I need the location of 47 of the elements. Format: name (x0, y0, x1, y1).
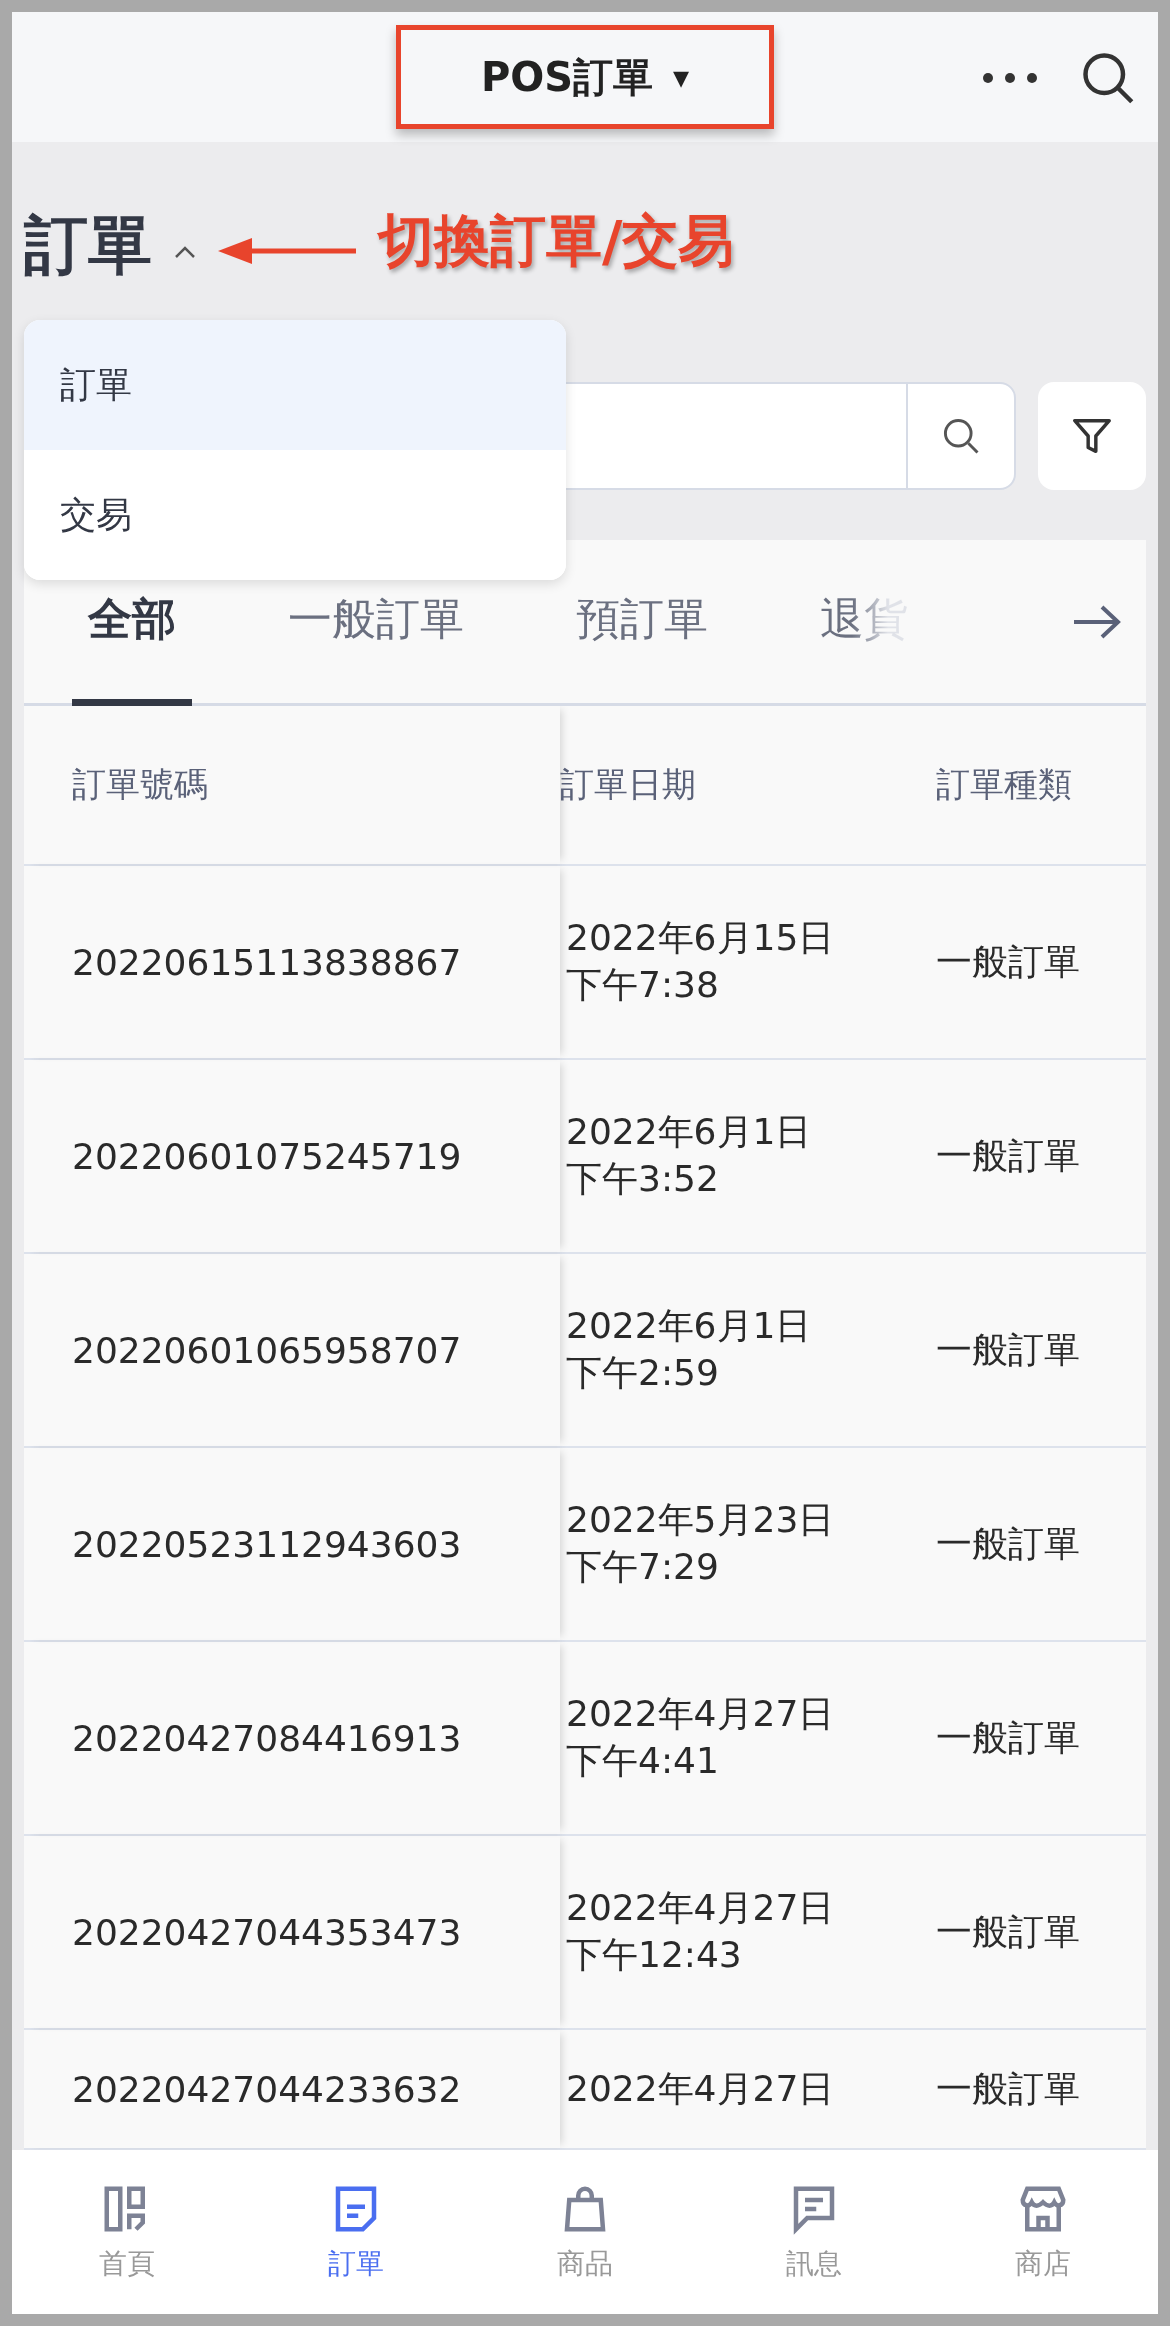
order-number: 20220427084416913 (72, 1717, 462, 1759)
column-header: 訂單種類 (936, 763, 1073, 806)
order-number: 20220601075245719 (72, 1135, 462, 1177)
page-title[interactable]: 訂單 (24, 202, 152, 289)
order-number: 20220523112943603 (72, 1523, 462, 1565)
column-header: 訂單號碼 (24, 706, 560, 864)
table-row[interactable]: 20220523112943603 2022年5月23日 下午7:29 一般訂單 (24, 1448, 1146, 1642)
order-number: 20220615113838867 (72, 941, 462, 983)
order-type: 一般訂單 (936, 1133, 1080, 1178)
table-row[interactable]: 20220601075245719 2022年6月1日 下午3:52 一般訂單 (24, 1060, 1146, 1254)
order-date: 下午12:43 (566, 1933, 743, 1977)
order-date: 2022年4月27日 (566, 1692, 836, 1737)
order-number: 20220427044353473 (72, 1911, 462, 1953)
order-type: 一般訂單 (936, 1909, 1080, 1954)
order-type: 一般訂單 (936, 1327, 1080, 1372)
order-date: 下午4:41 (566, 1739, 720, 1783)
menu-item[interactable]: 交易 (24, 450, 566, 580)
order-date: 2022年4月27日 (566, 2066, 836, 2111)
order-date: 下午3:52 (566, 1157, 720, 1201)
column-header: 訂單日期 (560, 763, 697, 806)
order-date: 2022年4月27日 (566, 1886, 836, 1931)
order-type: 一般訂單 (936, 2066, 1080, 2111)
table-row[interactable]: 20220601065958707 2022年6月1日 下午2:59 一般訂單 (24, 1254, 1146, 1448)
order-number: 20220601065958707 (72, 1329, 462, 1371)
filter-button[interactable] (1038, 382, 1146, 490)
table-row[interactable]: 20220427044353473 2022年4月27日 下午12:43 一般訂單 (24, 1836, 1146, 2030)
arrow-right-icon[interactable] (1072, 604, 1122, 640)
order-date: 下午7:29 (566, 1545, 720, 1589)
order-type: 一般訂單 (936, 939, 1080, 984)
menu-item[interactable]: 訂單 (24, 320, 566, 450)
order-type: 一般訂單 (936, 1521, 1080, 1566)
order-number: 20220427044233632 (72, 2068, 462, 2110)
order-date: 2022年6月1日 (566, 1110, 813, 1155)
title-dropdown[interactable]: POS訂單 ▾ (396, 25, 774, 129)
order-date: 下午7:38 (566, 963, 720, 1007)
caret-icon: ▾ (673, 58, 690, 96)
annotation-text: 切換訂單/交易 (378, 207, 735, 275)
order-type: 一般訂單 (936, 1715, 1080, 1760)
nav-item[interactable]: 訂單 (241, 2150, 471, 2314)
order-date: 2022年6月1日 (566, 1304, 813, 1349)
order-date: 2022年6月15日 (566, 916, 836, 961)
table-row[interactable]: 20220427044233632 2022年4月27日 一般訂單 (24, 2030, 1146, 2150)
table-row[interactable]: 20220427084416913 2022年4月27日 下午4:41 一般訂單 (24, 1642, 1146, 1836)
order-date: 2022年5月23日 (566, 1498, 836, 1543)
more-icon[interactable] (982, 72, 1038, 84)
table-row[interactable]: 20220615113838867 2022年6月15日 下午7:38 一般訂單 (24, 866, 1146, 1060)
order-date: 下午2:59 (566, 1351, 720, 1395)
